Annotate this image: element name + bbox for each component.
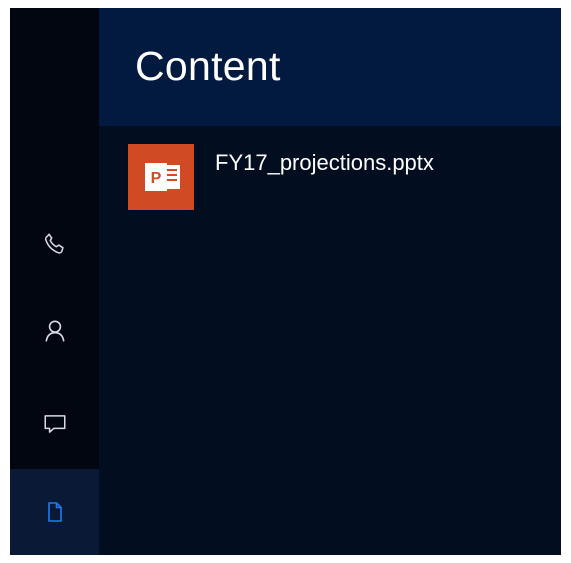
rail-item-chat[interactable] (10, 381, 99, 467)
phone-icon (42, 231, 68, 257)
file-list: P FY17_projections.pptx (99, 126, 561, 555)
rail-item-contacts[interactable] (10, 288, 99, 374)
content-pane: Content P FY17_projections.pptx (99, 8, 561, 555)
rail-item-files[interactable] (10, 469, 99, 555)
app-window: Content P FY17_projections.pptx (10, 8, 561, 555)
pane-header: Content (99, 8, 561, 126)
file-name: FY17_projections.pptx (215, 150, 434, 175)
powerpoint-letter: P (151, 170, 162, 187)
page-title: Content (135, 43, 281, 89)
powerpoint-file-icon: P (128, 144, 194, 210)
person-icon (42, 318, 68, 344)
rail-item-calls[interactable] (10, 201, 99, 287)
navigation-rail (10, 8, 99, 555)
chat-icon (42, 411, 68, 437)
document-icon (43, 500, 67, 524)
file-list-item[interactable]: P FY17_projections.pptx (128, 144, 528, 214)
